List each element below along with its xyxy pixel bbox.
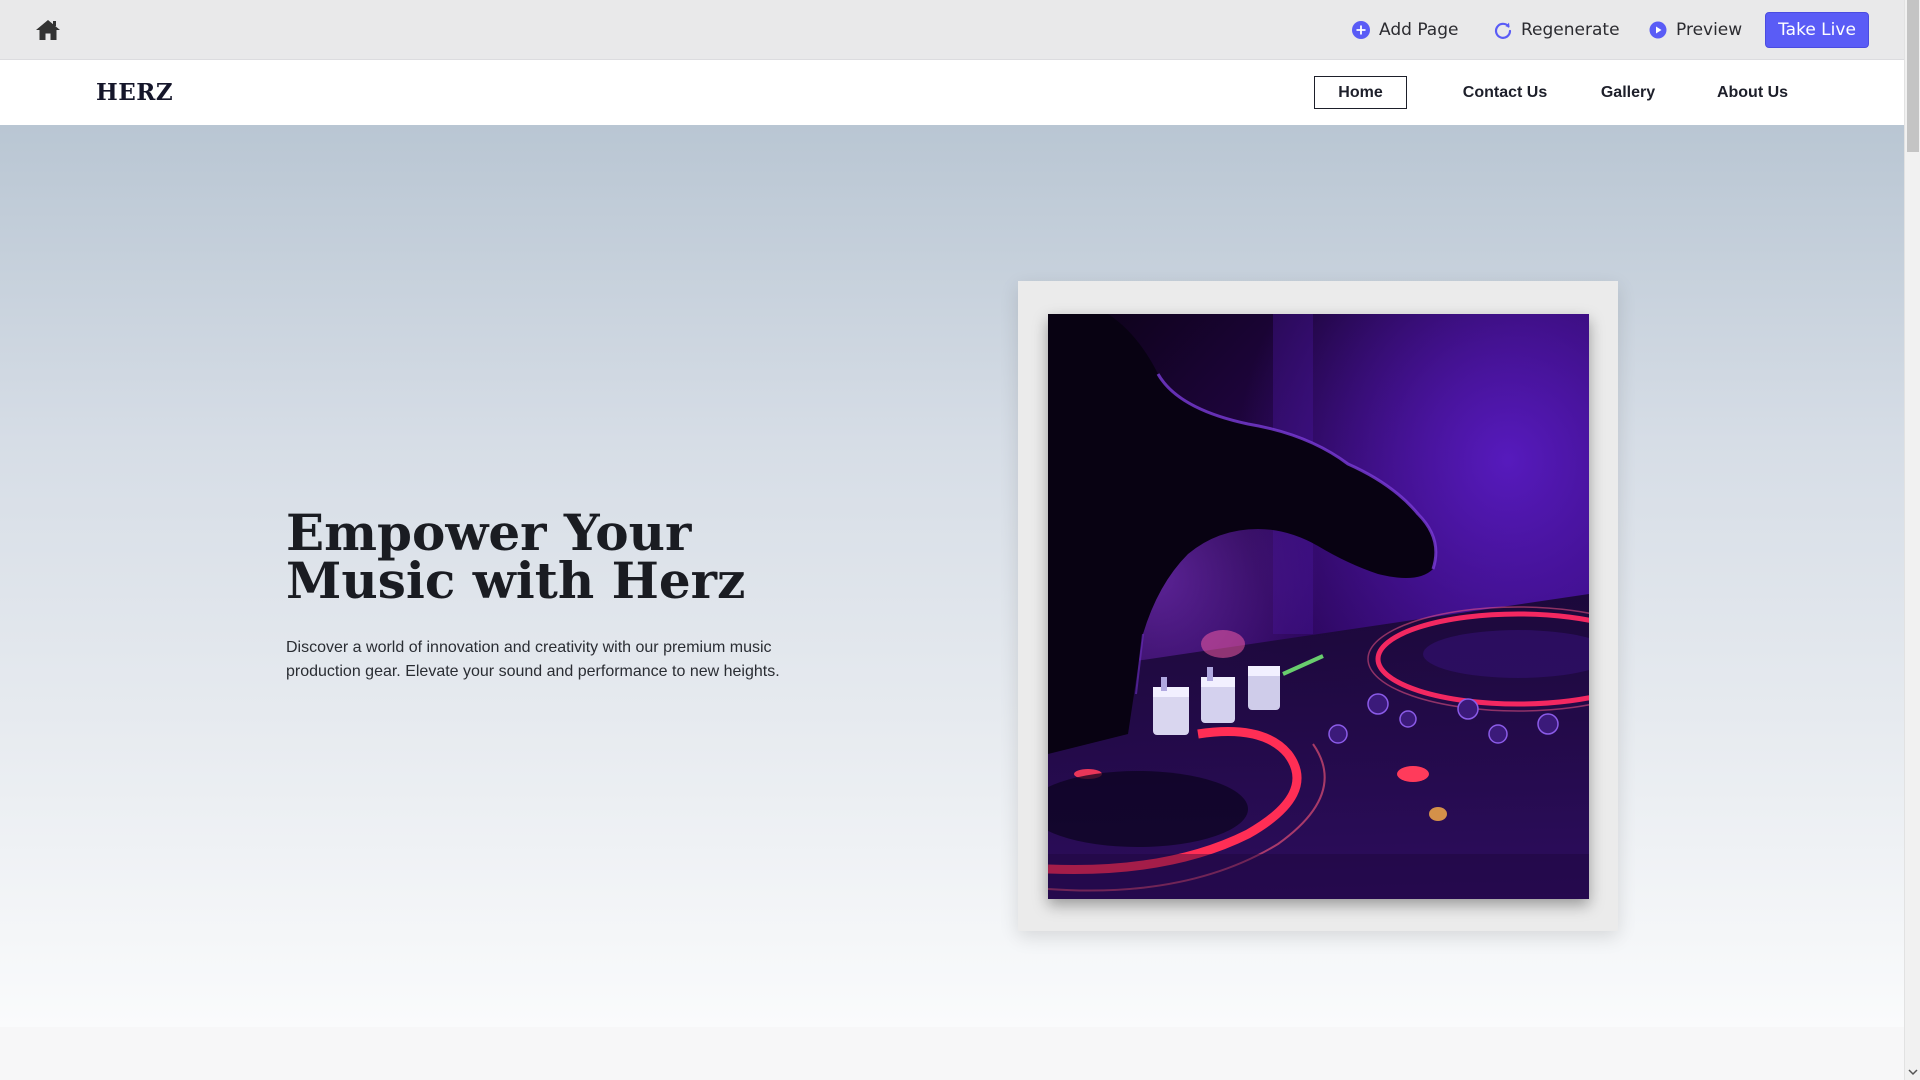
hero-image-frame bbox=[1018, 281, 1618, 931]
hero-title: Empower Your Music with Herz bbox=[286, 503, 746, 610]
site-navbar: HERZ Home Contact Us Gallery About Us bbox=[0, 60, 1904, 125]
nav-gallery[interactable]: Gallery bbox=[1588, 76, 1668, 109]
take-live-button[interactable]: Take Live bbox=[1765, 12, 1869, 48]
site-logo[interactable]: HERZ bbox=[96, 79, 173, 106]
plus-circle-icon bbox=[1351, 20, 1371, 40]
nav-about-us[interactable]: About Us bbox=[1705, 76, 1800, 109]
nav-home[interactable]: Home bbox=[1314, 76, 1407, 109]
scroll-down-icon[interactable] bbox=[1905, 1064, 1920, 1080]
preview-label: Preview bbox=[1676, 20, 1743, 40]
add-page-button[interactable]: Add Page bbox=[1351, 18, 1458, 42]
hero-description: Discover a world of innovation and creat… bbox=[286, 639, 780, 680]
hero-section: Empower Your Music with Herz Discover a … bbox=[0, 125, 1904, 1027]
regenerate-button[interactable]: Regenerate bbox=[1493, 18, 1620, 42]
regenerate-label: Regenerate bbox=[1521, 20, 1620, 40]
scrollbar-thumb[interactable] bbox=[1907, 0, 1919, 152]
page-scrollbar[interactable] bbox=[1904, 0, 1920, 1080]
preview-button[interactable]: Preview bbox=[1648, 18, 1742, 42]
home-icon[interactable] bbox=[32, 14, 64, 46]
dj-controller-photo bbox=[1048, 314, 1589, 899]
nav-contact-us[interactable]: Contact Us bbox=[1450, 76, 1560, 109]
editor-toolbar: Add Page Regenerate Preview Take Live bbox=[0, 0, 1904, 60]
add-page-label: Add Page bbox=[1379, 20, 1459, 40]
refresh-icon bbox=[1493, 20, 1513, 40]
next-section bbox=[0, 1027, 1904, 1080]
play-circle-icon bbox=[1648, 20, 1668, 40]
